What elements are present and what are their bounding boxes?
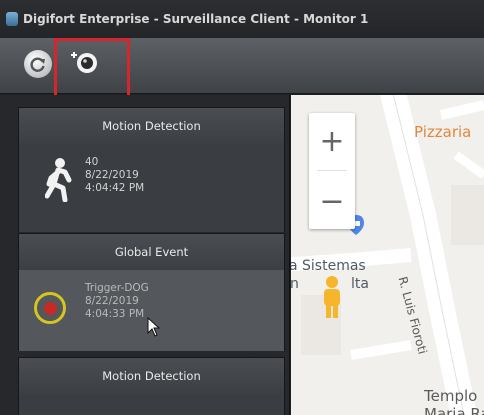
event-header: Motion Detection <box>19 358 284 394</box>
event-time: 4:04:33 PM <box>85 308 145 320</box>
map-view[interactable]: Pizzaria a Sistemas n lta R. Luis Fiorot… <box>291 95 484 415</box>
map-label-sistemas-line2: n <box>291 276 299 292</box>
events-panel: Motion Detection 40 8/22/2019 4:04:42 PM… <box>0 95 290 415</box>
zoom-control: + − <box>309 113 355 229</box>
event-header: Motion Detection <box>19 108 284 144</box>
app-icon <box>6 12 18 26</box>
event-body: 40 8/22/2019 4:04:42 PM <box>19 144 284 232</box>
zoom-in-button[interactable]: + <box>309 113 355 169</box>
pegman-icon[interactable] <box>319 275 345 319</box>
event-body: Trigger-DOG 8/22/2019 4:04:33 PM <box>19 270 284 351</box>
trigger-icon <box>34 292 66 324</box>
map-label-templo: Templo <box>424 387 478 405</box>
title-bar: Digifort Enterprise - Surveillance Clien… <box>0 0 484 38</box>
zoom-divider <box>317 170 347 171</box>
zoom-out-button[interactable]: − <box>309 173 355 229</box>
map-label-templo-line2: Maria Ra <box>424 405 484 415</box>
refresh-button[interactable] <box>24 50 52 78</box>
event-header: Global Event <box>19 234 284 270</box>
map-label-sistemas-line2b: lta <box>351 276 369 292</box>
event-body <box>19 394 284 415</box>
event-card-global-event[interactable]: Global Event Trigger-DOG 8/22/2019 4:04:… <box>18 233 285 351</box>
event-card-motion-detection[interactable]: Motion Detection 40 8/22/2019 4:04:42 PM <box>18 107 285 232</box>
event-card-motion-detection[interactable]: Motion Detection <box>18 357 285 415</box>
mouse-cursor-icon <box>147 317 161 337</box>
refresh-icon <box>30 57 45 72</box>
event-time: 4:04:42 PM <box>85 182 145 194</box>
highlight-box <box>54 38 130 98</box>
event-value: Trigger-DOG <box>85 282 149 294</box>
running-person-icon <box>45 158 72 202</box>
window-title: Digifort Enterprise - Surveillance Clien… <box>23 12 369 26</box>
map-label-pizzaria: Pizzaria <box>414 123 472 141</box>
trigger-dot <box>43 301 57 315</box>
event-date: 8/22/2019 <box>85 169 139 181</box>
map-label-sistemas: a Sistemas <box>291 258 366 274</box>
event-value: 40 <box>85 156 99 168</box>
event-date: 8/22/2019 <box>85 295 139 307</box>
